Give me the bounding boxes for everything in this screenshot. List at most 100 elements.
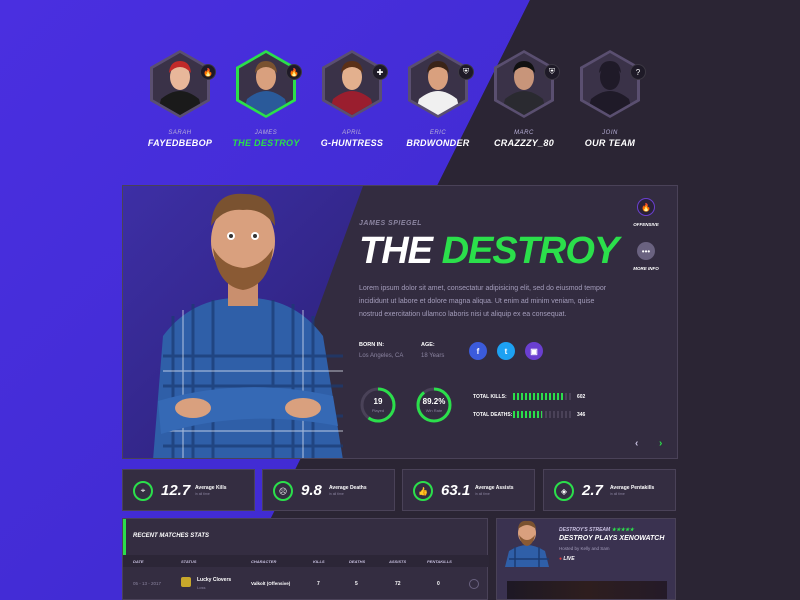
member-name: THE DESTROY <box>232 138 300 148</box>
win-rate-label: Win Rate <box>425 408 443 413</box>
row-pentakills: 0 <box>437 581 440 587</box>
roster-member-april[interactable]: ✚ APRIL G-HUNTRESS <box>312 50 392 148</box>
member-role: JOIN <box>602 130 618 136</box>
role-badge-icon: ? <box>630 64 646 80</box>
hero-title-white: THE <box>359 230 442 272</box>
next-arrow-icon[interactable]: › <box>659 438 662 449</box>
offensive-button[interactable]: 🔥 <box>637 198 655 216</box>
stat-value: 12.7 <box>161 482 191 499</box>
member-name: FAYEDBEBOP <box>147 138 213 148</box>
roster-member-james[interactable]: 🔥 JAMES THE DESTROY <box>226 50 306 148</box>
member-name: G-HUNTRESS <box>320 138 384 148</box>
col-date: DATE <box>133 559 144 564</box>
avatar-frame <box>494 50 554 118</box>
born-label: BORN IN: <box>359 342 385 348</box>
total-deaths-bar: TOTAL DEATHS: 346 <box>473 410 593 420</box>
avatar: ⛨ <box>494 50 560 118</box>
twitch-icon: ▣ <box>530 346 538 356</box>
col-pentakills: PENTAKILLS <box>427 559 452 564</box>
roster-member-sarah[interactable]: 🔥 SARAH FAYEDBEBOP <box>140 50 220 148</box>
facebook-icon: f <box>476 346 480 356</box>
total-kills-track <box>513 393 571 400</box>
stat-label: Average Deaths <box>329 485 367 491</box>
stat-card-deaths: ☹ 9.8 Average Deaths in all time <box>262 469 395 511</box>
stat-sub: in all time <box>475 492 490 496</box>
hero-real-name: JAMES SPIEGEL <box>359 220 422 227</box>
role-badge-icon: 🔥 <box>200 64 216 80</box>
stream-video-preview[interactable] <box>507 581 667 599</box>
twitter-button[interactable]: t <box>497 342 515 360</box>
hero-title: THE DESTROY <box>359 230 619 273</box>
played-value: 19 <box>373 397 383 406</box>
row-date: 05 - 13 - 2017 <box>133 581 162 586</box>
col-kills: KILLS <box>313 559 325 564</box>
stream-card[interactable]: DESTROY'S STREAM ★★★★★ DESTROY PLAYS XEN… <box>496 518 676 600</box>
stream-label: DESTROY'S STREAM ★★★★★ <box>559 527 634 533</box>
row-kills: 7 <box>317 581 320 587</box>
total-kills-bar: TOTAL KILLS: 602 <box>473 392 593 402</box>
stat-sub: in all time <box>329 492 344 496</box>
member-role: MARC <box>514 130 534 136</box>
age-value: 18 Years <box>421 353 445 359</box>
played-ring: 19 Played <box>359 386 397 424</box>
avatar: ⛨ <box>408 50 474 118</box>
avatar: ✚ <box>322 50 388 118</box>
avatar-inner <box>497 53 551 115</box>
crosshair-icon: ⌖ <box>133 481 153 501</box>
prev-arrow-icon[interactable]: ‹ <box>635 438 638 449</box>
player-portrait <box>153 193 343 458</box>
more-info-button[interactable]: ••• <box>637 242 655 260</box>
team-logo-icon <box>181 577 191 587</box>
total-deaths-value: 346 <box>577 412 586 418</box>
avatar-portrait <box>329 61 375 115</box>
total-deaths-label: TOTAL DEATHS: <box>473 412 513 418</box>
col-character: CHARACTER <box>251 559 277 564</box>
stat-sub: in all time <box>195 492 210 496</box>
more-info-label: MORE INFO <box>633 266 659 271</box>
target-icon: ◈ <box>554 481 574 501</box>
twitch-button[interactable]: ▣ <box>525 342 543 360</box>
col-deaths: DEATHS <box>349 559 366 564</box>
role-badge-icon: 🔥 <box>286 64 302 80</box>
row-more-icon[interactable] <box>469 579 479 589</box>
roster-member-eric[interactable]: ⛨ ERIC BRDWONDER <box>398 50 478 148</box>
avatar-inner <box>239 53 293 115</box>
stat-card-kills: ⌖ 12.7 Average Kills in all time <box>122 469 255 511</box>
rating-stars-icon: ★★★★★ <box>611 527 635 533</box>
recent-matches-table: RECENT MATCHES STATS DATE STATUS CHARACT… <box>122 518 489 600</box>
matches-accent <box>123 519 126 555</box>
hero-description: Lorem ipsum dolor sit amet, consectatur … <box>359 285 607 318</box>
stream-thumbnail <box>505 520 549 567</box>
win-rate-ring: 89.2% Win Rate <box>415 386 453 424</box>
team-roster: 🔥 SARAH FAYEDBEBOP 🔥 JAMES THE DESTROY ✚ APRI… <box>140 50 680 160</box>
total-deaths-fill <box>513 411 542 418</box>
skull-icon: ☹ <box>273 481 293 501</box>
stat-label: Average Assists <box>475 485 514 491</box>
live-label: LIVE <box>563 556 575 562</box>
stat-label: Average Kills <box>195 485 227 491</box>
stat-card-pentakills: ◈ 2.7 Average Pentakills in all time <box>543 469 676 511</box>
stat-value: 63.1 <box>441 482 471 499</box>
thumbs-up-icon: 👍 <box>413 481 433 501</box>
member-role: SARAH <box>168 130 192 136</box>
roster-member-marc[interactable]: ⛨ MARC CRAZZZY_80 <box>484 50 564 148</box>
stat-sub: in all time <box>610 492 625 496</box>
member-role: ERIC <box>429 130 447 136</box>
roster-member-join[interactable]: ? JOIN OUR TEAM <box>570 50 650 148</box>
avatar-portrait <box>415 61 461 115</box>
avatar-frame <box>150 50 210 118</box>
avatar-portrait <box>157 61 203 115</box>
avatar-frame <box>322 50 382 118</box>
avatar-inner <box>153 53 207 115</box>
role-badge-icon: ⛨ <box>544 64 560 80</box>
live-badge: ● LIVE <box>559 556 575 562</box>
facebook-button[interactable]: f <box>469 342 487 360</box>
col-assists: ASSISTS <box>389 559 407 564</box>
member-name: OUR TEAM <box>584 138 636 148</box>
avatar-inner <box>411 53 465 115</box>
win-rate-value: 89.2% <box>422 397 446 406</box>
total-kills-value: 602 <box>577 394 586 400</box>
stream-hosts: Hosted by Kelly and Sam <box>559 546 610 551</box>
row-deaths: 5 <box>355 581 358 587</box>
total-deaths-track <box>513 411 571 418</box>
